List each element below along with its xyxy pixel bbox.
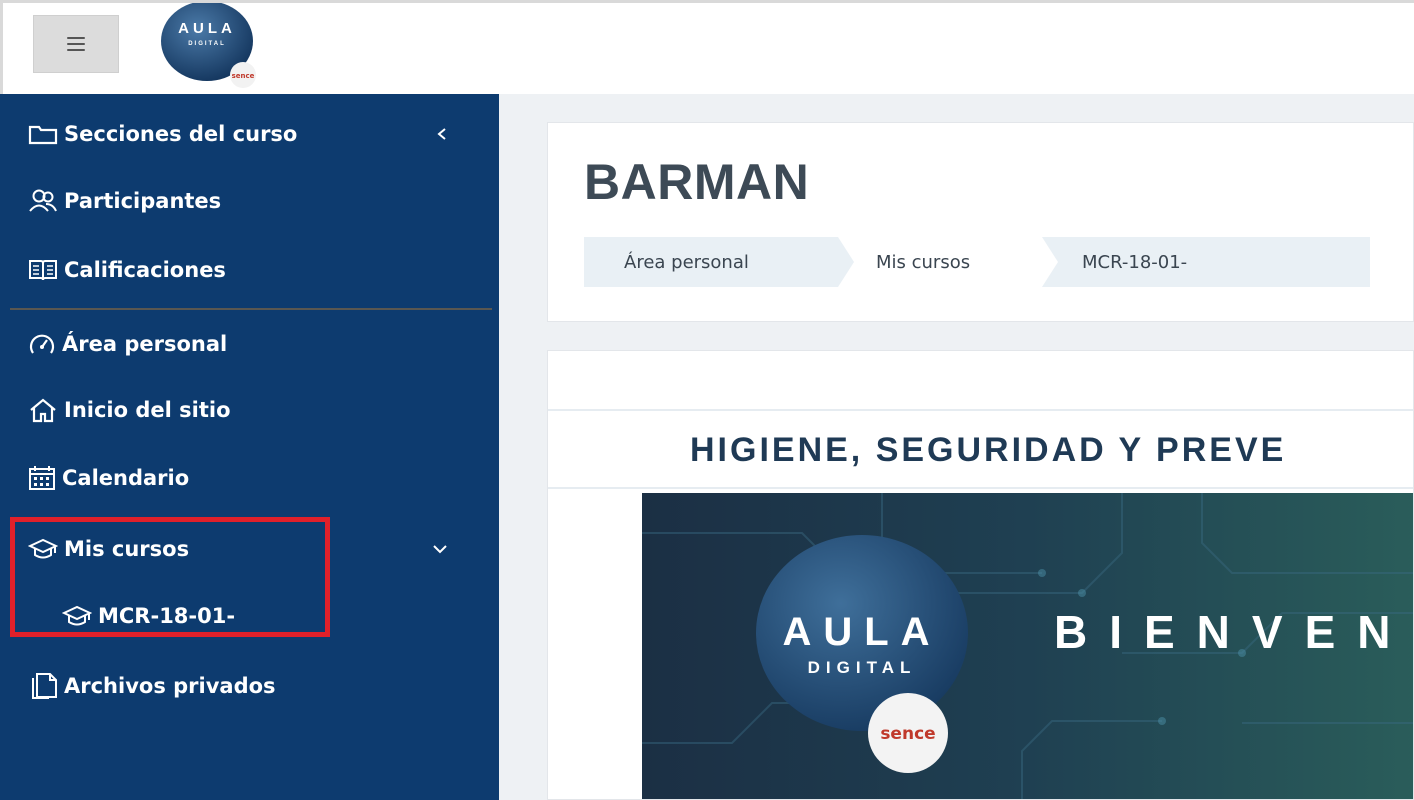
sidebar-item-label: Área personal (62, 332, 228, 356)
top-navbar: AULA DIGITAL sence (0, 0, 1414, 94)
files-icon (32, 673, 57, 699)
aula-digital-logo[interactable]: AULA DIGITAL sence (161, 3, 259, 89)
hamburger-icon (67, 37, 85, 51)
page-header-card: BARMAN Área personal Mis cursos MCR-18-0… (547, 122, 1414, 322)
svg-text:sence: sence (232, 72, 255, 80)
chevron-down-icon[interactable] (432, 543, 448, 555)
chevron-left-icon[interactable] (436, 127, 448, 141)
sidebar-item-calendario[interactable]: Calendario (28, 458, 189, 498)
sidebar-item-label: Calificaciones (64, 258, 226, 282)
sidebar-item-participantes[interactable]: Participantes (28, 181, 221, 221)
calendar-icon (29, 466, 55, 490)
sidebar-item-secciones[interactable]: Secciones del curso (28, 114, 478, 154)
folder-icon (28, 125, 58, 145)
sidebar-nav: Secciones del curso Participantes Califi… (0, 94, 499, 800)
sidebar-item-inicio[interactable]: Inicio del sitio (28, 390, 231, 430)
sidebar-item-calificaciones[interactable]: Calificaciones (28, 250, 226, 290)
highlight-box (10, 517, 330, 637)
svg-text:sence: sence (880, 724, 935, 744)
svg-text:AULA: AULA (782, 610, 941, 654)
aula-digital-banner-logo: AULA DIGITAL sence (756, 535, 968, 773)
main-region: BARMAN Área personal Mis cursos MCR-18-0… (499, 94, 1414, 800)
sidebar-item-label: Participantes (64, 189, 222, 213)
home-icon (30, 398, 56, 423)
menu-toggle-button[interactable] (33, 15, 119, 73)
dashboard-icon (29, 334, 55, 354)
course-content-card: HIGIENE, SEGURIDAD Y PREVE AULA DIGITAL … (547, 350, 1414, 800)
page-title: BARMAN (584, 154, 810, 210)
sidebar-item-label: Secciones del curso (64, 122, 298, 146)
sidebar-item-archivos[interactable]: Archivos privados (28, 666, 276, 706)
sidebar-divider (10, 308, 492, 310)
content-divider (548, 409, 1413, 411)
course-heading: HIGIENE, SEGURIDAD Y PREVE (690, 431, 1287, 469)
welcome-banner: AULA DIGITAL sence BIENVEN (642, 493, 1413, 799)
breadcrumb: Área personal Mis cursos MCR-18-01- (584, 237, 1370, 287)
svg-text:DIGITAL: DIGITAL (188, 41, 226, 47)
users-icon (29, 189, 57, 212)
welcome-text: BIENVEN (1054, 606, 1413, 658)
breadcrumb-mis-cursos[interactable]: Mis cursos (838, 237, 1058, 287)
breadcrumb-mcr-18-01[interactable]: MCR-18-01- (1042, 237, 1370, 287)
grades-icon (29, 260, 57, 281)
sidebar-item-label: Inicio del sitio (64, 398, 231, 422)
sidebar-item-area-personal[interactable]: Área personal (28, 324, 227, 364)
svg-text:AULA: AULA (178, 20, 236, 37)
sidebar-item-label: Archivos privados (64, 674, 276, 698)
sidebar-item-label: Calendario (62, 466, 190, 490)
svg-text:DIGITAL: DIGITAL (808, 658, 917, 677)
content-divider (548, 487, 1413, 489)
breadcrumb-area-personal[interactable]: Área personal (584, 237, 854, 287)
